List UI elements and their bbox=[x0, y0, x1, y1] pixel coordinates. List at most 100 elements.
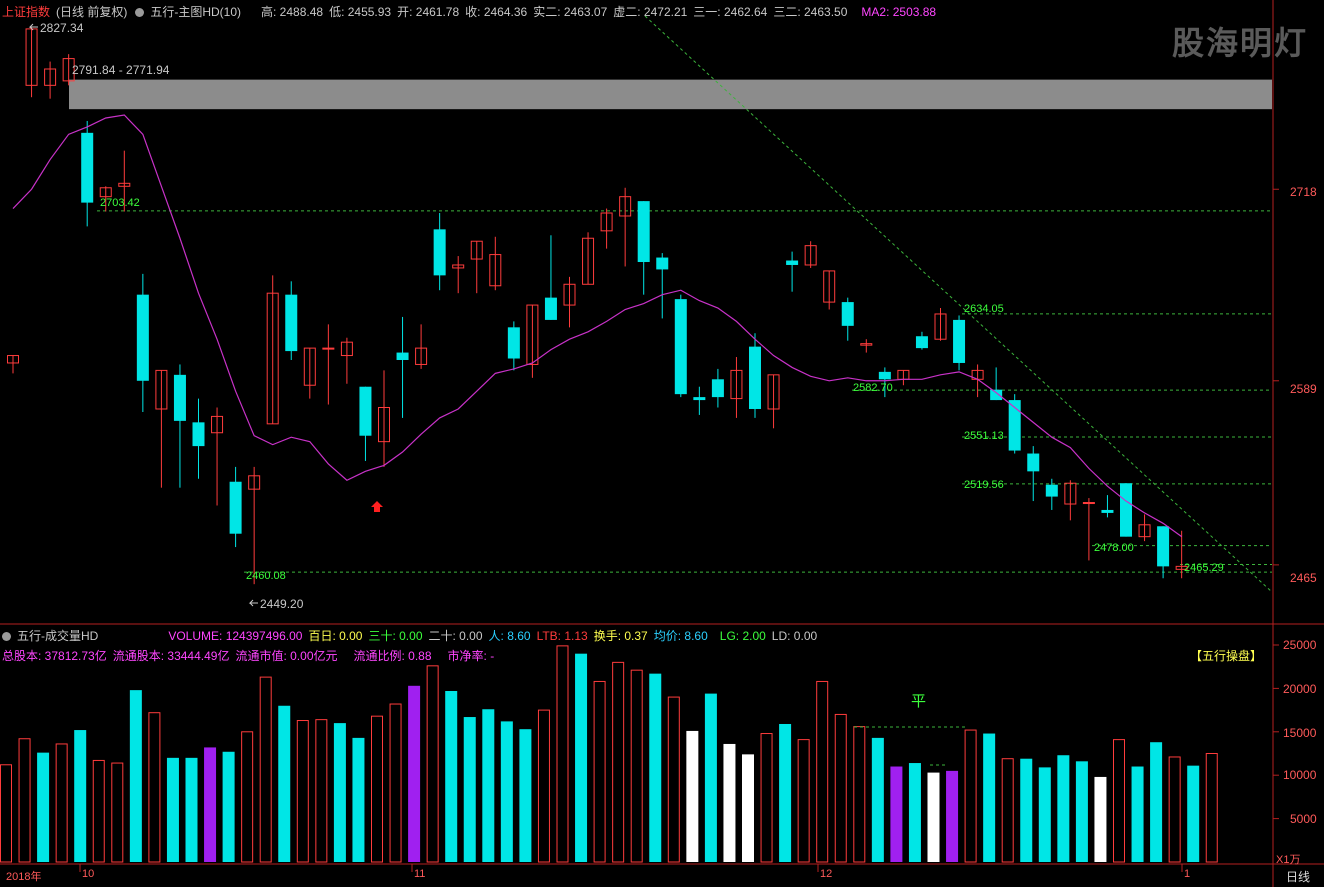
volume-bar bbox=[983, 733, 996, 862]
candle-body bbox=[693, 397, 706, 401]
volume-bar bbox=[816, 680, 829, 863]
volume-indicator-name[interactable]: 五行-成交量HD bbox=[17, 629, 98, 643]
volume-bar bbox=[352, 737, 365, 862]
volume-bar bbox=[1094, 776, 1107, 862]
candle-body bbox=[674, 299, 687, 395]
ma2-line bbox=[12, 114, 1183, 538]
zone-label: 2791.84 - 2771.94 bbox=[72, 63, 170, 77]
candle-body bbox=[1120, 483, 1132, 537]
volume-bar bbox=[148, 712, 161, 863]
volume-bar bbox=[1131, 766, 1144, 862]
volume-bar bbox=[463, 717, 476, 862]
ltb-value: LTB: 1.13 bbox=[536, 629, 588, 643]
float-ratio: 流通比例: 0.88 bbox=[353, 649, 432, 663]
candle-body bbox=[990, 389, 1003, 401]
float-value: 流通市值: 0.00亿元 bbox=[235, 649, 338, 663]
candle-body bbox=[173, 374, 186, 421]
candle-body bbox=[786, 260, 799, 265]
volume-bar bbox=[426, 665, 439, 863]
candle-body bbox=[359, 386, 372, 436]
candle-body bbox=[637, 201, 650, 263]
price-axis-tick: 2465 bbox=[1290, 571, 1317, 585]
ren-value: 人: 8.60 bbox=[488, 629, 531, 643]
low-value: 低: 2455.93 bbox=[329, 5, 392, 19]
volume-bar bbox=[704, 693, 717, 862]
volume-bar bbox=[1038, 767, 1051, 862]
share-info-row: 总股本: 37812.73亿 流通股本: 33444.49亿 流通市值: 0.00亿… bbox=[2, 647, 500, 664]
ld-value: LD: 0.00 bbox=[771, 629, 818, 643]
volume-bar bbox=[723, 743, 736, 862]
candle-body bbox=[749, 346, 761, 409]
date-axis-tick: 2018年 bbox=[6, 871, 42, 883]
volume-bar bbox=[946, 770, 959, 862]
volume-bar bbox=[575, 653, 588, 862]
volume-bar bbox=[1187, 765, 1200, 862]
volume-bar bbox=[129, 690, 142, 862]
date-axis-tick: 1 bbox=[1184, 868, 1191, 880]
volume-bar bbox=[908, 763, 921, 862]
volume-bar bbox=[760, 733, 773, 863]
volume-bar bbox=[500, 721, 513, 862]
price-header: 上证指数 (日线 前复权) 五行-主图HD(10) 高: 2488.48 低: 2455… bbox=[2, 3, 942, 20]
volume-bar bbox=[445, 691, 458, 862]
volume-axis-tick: 15000 bbox=[1283, 726, 1317, 740]
volume-bar bbox=[204, 747, 217, 862]
volume-bar bbox=[612, 661, 625, 863]
volume-bar bbox=[871, 737, 884, 862]
pb-ratio: 市净率: - bbox=[447, 649, 495, 663]
indicator-settings-icon[interactable] bbox=[135, 8, 145, 17]
candle-body bbox=[1045, 484, 1058, 497]
volume-bar bbox=[593, 680, 606, 863]
open-value: 开: 2461.78 bbox=[397, 5, 460, 19]
volume-bar bbox=[630, 669, 643, 863]
bairi-value: 百日: 0.00 bbox=[308, 629, 363, 643]
volume-bar bbox=[74, 730, 87, 862]
watermark-logo: 股海明灯 bbox=[1172, 25, 1309, 61]
level-label: 2551.13 bbox=[964, 430, 1004, 442]
volume-axis-tick: 20000 bbox=[1283, 682, 1317, 696]
volume-bar bbox=[964, 729, 977, 863]
candle-body bbox=[1082, 502, 1095, 505]
level-label: 2703.42 bbox=[100, 197, 140, 209]
wuxing-badge[interactable]: 【五行操盘】 bbox=[1190, 647, 1262, 664]
candle-body bbox=[507, 327, 520, 359]
volume-bar bbox=[55, 743, 68, 863]
volume-bar bbox=[779, 723, 792, 862]
chart-canvas[interactable] bbox=[0, 0, 1324, 887]
volume-bar bbox=[241, 731, 254, 863]
candle-body bbox=[433, 229, 446, 276]
volume-bar bbox=[185, 757, 198, 862]
ma2-value: MA2: 2503.88 bbox=[861, 5, 937, 19]
volume-axis-tick: 10000 bbox=[1283, 768, 1317, 782]
volume-bar bbox=[1020, 758, 1033, 862]
indicator-name[interactable]: 五行-主图HD(10) bbox=[150, 5, 241, 19]
huanshou-value: 换手: 0.37 bbox=[593, 629, 648, 643]
float-shares: 流通股本: 33444.49亿 bbox=[112, 649, 230, 663]
volume-bar bbox=[259, 676, 272, 863]
volume-bar bbox=[111, 762, 124, 863]
volume-bar bbox=[222, 751, 235, 862]
candle-body bbox=[915, 336, 928, 349]
date-axis-tick: 12 bbox=[820, 868, 833, 880]
volume-settings-icon[interactable] bbox=[2, 632, 11, 641]
san2-value: 三二: 2463.50 bbox=[773, 5, 848, 19]
volume-bar bbox=[296, 720, 309, 863]
candle-body bbox=[229, 481, 242, 534]
volume-bar bbox=[537, 709, 550, 863]
index-name[interactable]: 上证指数 bbox=[2, 5, 50, 19]
volume-bar bbox=[927, 772, 940, 862]
period-label: (日线 前复权) bbox=[56, 5, 128, 19]
volume-bar bbox=[1057, 755, 1070, 862]
volume-axis-tick: 5000 bbox=[1290, 812, 1317, 826]
level-label: 2478.00 bbox=[1094, 542, 1134, 554]
san1-value: 三一: 2462.64 bbox=[693, 5, 768, 19]
level-label: 2460.08 bbox=[246, 570, 286, 582]
candle-body bbox=[1027, 453, 1040, 472]
volume-bar bbox=[166, 757, 179, 862]
level-label: 2634.05 bbox=[964, 303, 1004, 315]
period-button[interactable]: 日线 bbox=[1286, 868, 1310, 885]
volume-bar bbox=[482, 709, 495, 862]
lg-value: LG: 2.00 bbox=[719, 629, 766, 643]
volume-bar bbox=[890, 766, 903, 862]
shi2-value: 实二: 2463.07 bbox=[533, 5, 608, 19]
